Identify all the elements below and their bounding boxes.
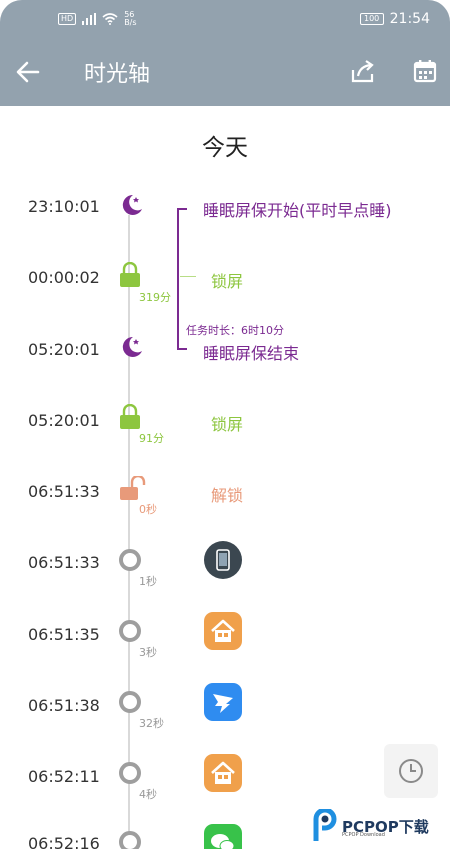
home-app-icon[interactable] — [204, 612, 242, 650]
wifi-icon — [102, 13, 118, 25]
timeline-duration: 91分 — [139, 432, 164, 445]
status-left: HD 56 B/s — [58, 8, 137, 30]
clock-float-button[interactable] — [384, 744, 438, 798]
circle-node-icon — [119, 549, 141, 571]
lock-connector — [180, 276, 196, 277]
hd-badge: HD — [58, 13, 77, 25]
timeline-label: 睡眠屏保结束 — [203, 344, 300, 363]
timeline-time: 06:52:11 — [28, 767, 100, 786]
moon-icon — [122, 336, 142, 357]
phone-app-icon[interactable] — [204, 541, 242, 579]
timeline-duration: 319分 — [139, 291, 171, 304]
net-speed: 56 B/s — [124, 11, 136, 27]
unlock-icon — [120, 476, 146, 500]
circle-node-icon — [119, 831, 141, 849]
share-icon[interactable] — [350, 58, 376, 84]
moon-icon — [122, 194, 142, 215]
lock-icon — [120, 404, 140, 429]
timeline-label: 解锁 — [211, 486, 244, 505]
status-right: 100 21:54 — [359, 8, 430, 30]
dingtalk-app-icon[interactable] — [204, 683, 242, 721]
status-bar: HD 56 B/s 100 21:54 — [0, 0, 450, 38]
circle-node-icon — [119, 620, 141, 642]
timeline-duration: 3秒 — [139, 646, 157, 659]
timeline-time: 06:52:16 — [28, 834, 100, 849]
lock-icon — [120, 262, 140, 287]
timeline-line — [128, 215, 130, 849]
timeline-duration: 0秒 — [139, 503, 157, 516]
sleep-task-duration: 任务时长：6时10分 — [186, 324, 284, 337]
signal-icon — [82, 13, 97, 25]
battery-icon: 100 — [359, 13, 384, 25]
timeline-time: 05:20:01 — [28, 411, 100, 430]
pcpop-logo-icon — [313, 809, 337, 841]
net-speed-unit: B/s — [124, 18, 137, 27]
wechat-app-icon[interactable] — [204, 824, 242, 849]
page-title: 时光轴 — [84, 62, 151, 87]
back-arrow-icon[interactable] — [14, 58, 42, 86]
clock-time: 21:54 — [389, 11, 430, 27]
timeline-duration: 4秒 — [139, 788, 157, 801]
home-app-icon[interactable] — [204, 754, 242, 792]
watermark-sub: PCPOP Download — [342, 832, 385, 838]
phone-screen: HD 56 B/s 100 21:54 时光轴 今天 23:10:01 睡眠屏保… — [0, 0, 450, 849]
timeline-time: 06:51:38 — [28, 696, 100, 715]
timeline-time: 06:51:35 — [28, 625, 100, 644]
watermark: PCPOP下载 PCPOP Download — [312, 806, 429, 846]
clock-icon — [399, 759, 423, 783]
app-header: HD 56 B/s 100 21:54 时光轴 — [0, 0, 450, 106]
timeline-time: 00:00:02 — [28, 268, 100, 287]
app-bar: 时光轴 — [0, 40, 450, 104]
timeline-duration: 1秒 — [139, 575, 157, 588]
circle-node-icon — [119, 762, 141, 784]
timeline-time: 23:10:01 — [28, 197, 100, 216]
day-title: 今天 — [202, 135, 248, 161]
timeline-duration: 32秒 — [139, 717, 164, 730]
timeline-time: 06:51:33 — [28, 553, 100, 572]
timeline-time: 06:51:33 — [28, 482, 100, 501]
timeline-label: 睡眠屏保开始(平时早点睡) — [203, 201, 392, 220]
calendar-icon[interactable] — [412, 58, 438, 84]
timeline-label: 锁屏 — [211, 415, 244, 434]
timeline-time: 05:20:01 — [28, 340, 100, 359]
circle-node-icon — [119, 691, 141, 713]
timeline-label: 锁屏 — [211, 272, 244, 291]
